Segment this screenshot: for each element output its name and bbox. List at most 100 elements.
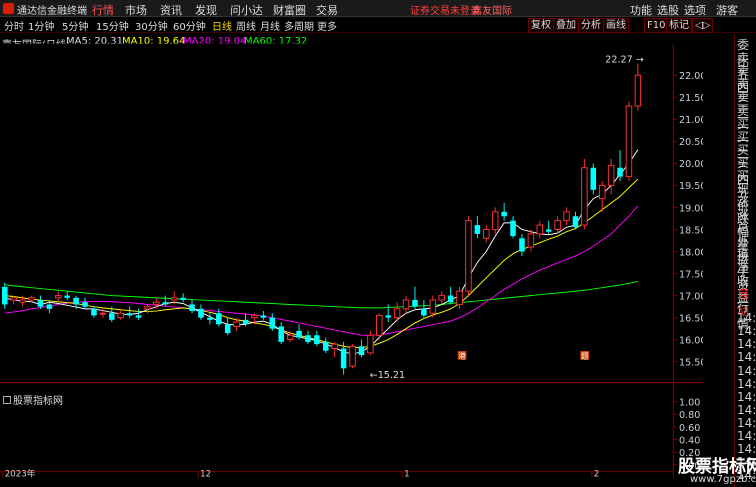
menu-quotes[interactable]: 行情	[92, 2, 114, 18]
period-tab[interactable]: 60分钟	[173, 18, 206, 33]
function-button[interactable]: 功能	[630, 2, 652, 18]
quote-panel-item: 14:56	[737, 429, 756, 443]
event-marker-label: 港	[458, 351, 466, 361]
menu-market[interactable]: 市场	[125, 2, 147, 18]
price-tick-label: 19.50	[679, 181, 703, 192]
candle-down	[447, 295, 454, 303]
candle-down	[260, 315, 267, 318]
candle-up	[527, 233, 535, 248]
candle-up	[536, 224, 544, 235]
candle-down	[385, 315, 391, 318]
mark-button[interactable]: 标记	[666, 18, 692, 33]
indicator-tick-label: 0.60	[679, 423, 700, 434]
indicator-tick-label: 0.80	[679, 410, 700, 421]
candle-down	[269, 317, 276, 329]
period-tab[interactable]: 周线	[236, 18, 256, 33]
candle-up	[55, 295, 62, 299]
menu-ask[interactable]: 问小达	[230, 2, 263, 18]
candle-up	[393, 308, 401, 319]
low-price-label: ←15.21	[370, 370, 405, 381]
price-tick-label: 16.50	[679, 313, 703, 324]
analysis-button[interactable]: 分析	[578, 18, 604, 33]
period-tab[interactable]: 5分钟	[62, 18, 88, 33]
candle-up	[581, 167, 588, 226]
x-label: 12	[200, 469, 211, 479]
period-tab[interactable]: 更多	[317, 18, 337, 33]
login-warning[interactable]: 证券交易未登录	[410, 2, 480, 17]
candle-up	[456, 290, 463, 305]
candle-down	[198, 308, 204, 318]
period-tab[interactable]: 15分钟	[96, 18, 129, 33]
candle-up	[438, 295, 445, 301]
draw-button[interactable]: 画线	[603, 18, 629, 33]
guest-label[interactable]: 游客	[716, 2, 738, 18]
period-tab[interactable]: 分时	[4, 18, 24, 33]
candle-down	[296, 330, 302, 338]
quote-panel-item: 14:56	[737, 363, 756, 378]
candle-up	[144, 306, 151, 310]
period-tab[interactable]: 1分钟	[28, 18, 54, 33]
candle-down	[412, 300, 418, 307]
candle-down	[126, 313, 133, 316]
candle-down	[242, 319, 249, 325]
stock-pick-button[interactable]: 选股	[657, 2, 679, 18]
price-tick-label: 21.00	[679, 115, 703, 126]
x-label: 2023年	[5, 467, 36, 479]
period-tab[interactable]: 30分钟	[135, 18, 168, 33]
options-button[interactable]: 选项	[684, 2, 706, 18]
price-tick-label: 17.00	[679, 291, 703, 302]
menu-news[interactable]: 资讯	[160, 2, 182, 18]
candle-up	[10, 297, 17, 301]
indicator-square-icon	[3, 396, 11, 404]
kline-chart[interactable]: 22.0021.5021.0020.5020.0019.5019.0018.50…	[0, 34, 703, 487]
price-tick-label: 21.50	[679, 93, 703, 104]
quote-panel-item: 14:56	[737, 376, 756, 391]
candle-up	[117, 312, 124, 319]
adjust-button[interactable]: 复权	[528, 18, 554, 33]
candle-up	[233, 321, 240, 327]
candle-up	[367, 334, 374, 354]
menu-discover[interactable]: 发现	[195, 2, 217, 18]
candle-up	[28, 297, 35, 301]
menu-trade[interactable]: 交易	[316, 2, 338, 18]
price-tick-label: 20.00	[679, 159, 703, 170]
indicator-title: 股票指标网	[3, 392, 63, 407]
f10-button[interactable]: F10	[644, 18, 669, 33]
candle-down	[162, 302, 169, 305]
candle-up	[491, 211, 499, 230]
indicator-tick-label: 0.40	[679, 436, 700, 447]
candle-down	[180, 297, 186, 301]
candle-down	[216, 313, 222, 325]
quote-panel: 委比 卖五 卖四 卖三 卖二 卖一 买一 买二 买三 买四 买五 现价 涨跌 涨幅 总量 外盘 换手 净资 收益 自动…	[734, 34, 756, 487]
period-tab[interactable]: 月线	[260, 18, 280, 33]
candle-down	[510, 220, 516, 237]
app-title: 通达信金融终端	[17, 6, 87, 17]
candle-up	[376, 314, 383, 336]
price-tick-label: 18.50	[679, 225, 703, 236]
quote-panel-item: 14:56	[737, 350, 756, 365]
candle-up	[607, 165, 615, 186]
x-label: 1	[404, 469, 409, 479]
nav-arrows-icon[interactable]: ◁▷	[692, 18, 714, 33]
candle-down	[91, 308, 97, 316]
candle-down	[305, 335, 311, 342]
candle-down	[617, 167, 623, 177]
menu-wealth[interactable]: 财富圈	[273, 2, 306, 18]
price-tick-label: 22.00	[679, 71, 703, 82]
period-tab-active[interactable]: 日线	[212, 18, 232, 33]
period-tab[interactable]: 多周期	[284, 18, 314, 33]
period-toolbar: 分时 1分钟 5分钟 15分钟 30分钟 60分钟 日线 周线 月线 多周期 更…	[0, 17, 756, 33]
candle-down	[64, 295, 70, 298]
price-tick-label: 16.00	[679, 336, 703, 347]
candle-down	[207, 317, 213, 320]
candle-down	[474, 225, 481, 234]
stock-tab[interactable]: 嘉友国际	[472, 2, 512, 17]
candle-up	[598, 184, 606, 200]
high-price-label: 22.27 →	[605, 55, 643, 66]
overlay-button[interactable]: 叠加	[553, 18, 579, 33]
candle-up	[19, 299, 26, 303]
candle-down	[2, 286, 8, 305]
candle-up	[429, 299, 437, 314]
candle-down	[421, 308, 427, 316]
candle-down	[37, 300, 44, 307]
